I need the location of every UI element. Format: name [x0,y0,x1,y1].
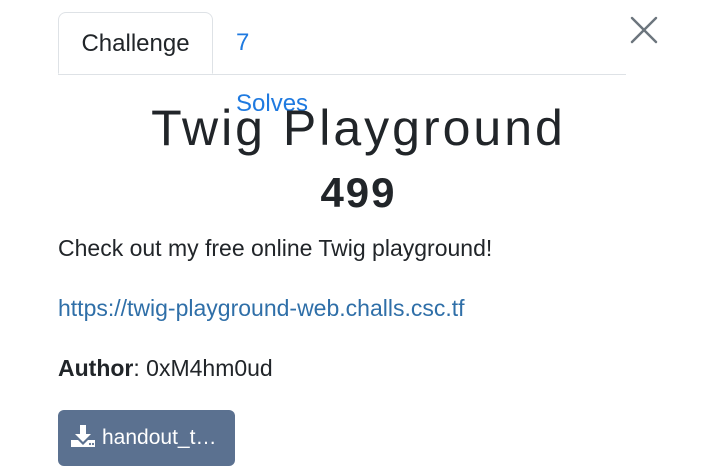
challenge-name: Twig Playground [151,100,566,156]
challenge-modal: Challenge 7 Solves Twig Playground 499 C… [0,0,717,476]
challenge-description: Check out my free online Twig playground… [58,235,493,261]
challenge-author: Author: 0xM4hm0ud [58,352,273,384]
author-separator: : [133,355,147,381]
challenge-points: 499 [320,169,397,216]
download-filename: handout_twig-playground.zip [102,426,217,450]
author-name: 0xM4hm0ud [146,355,273,381]
close-button[interactable] [629,15,659,45]
download-icon [71,425,95,448]
author-label: Author [58,355,134,381]
download-handout-button[interactable]: handout_twig-playground.zip [58,410,235,466]
close-icon [630,16,658,44]
challenge-url-link[interactable]: https://twig-playground-web.challs.csc.t… [58,292,465,324]
tab-challenge[interactable]: Challenge [58,12,213,74]
tab-solves[interactable]: 7 Solves [236,12,326,117]
challenge-tabs: Challenge 7 Solves [58,12,626,117]
